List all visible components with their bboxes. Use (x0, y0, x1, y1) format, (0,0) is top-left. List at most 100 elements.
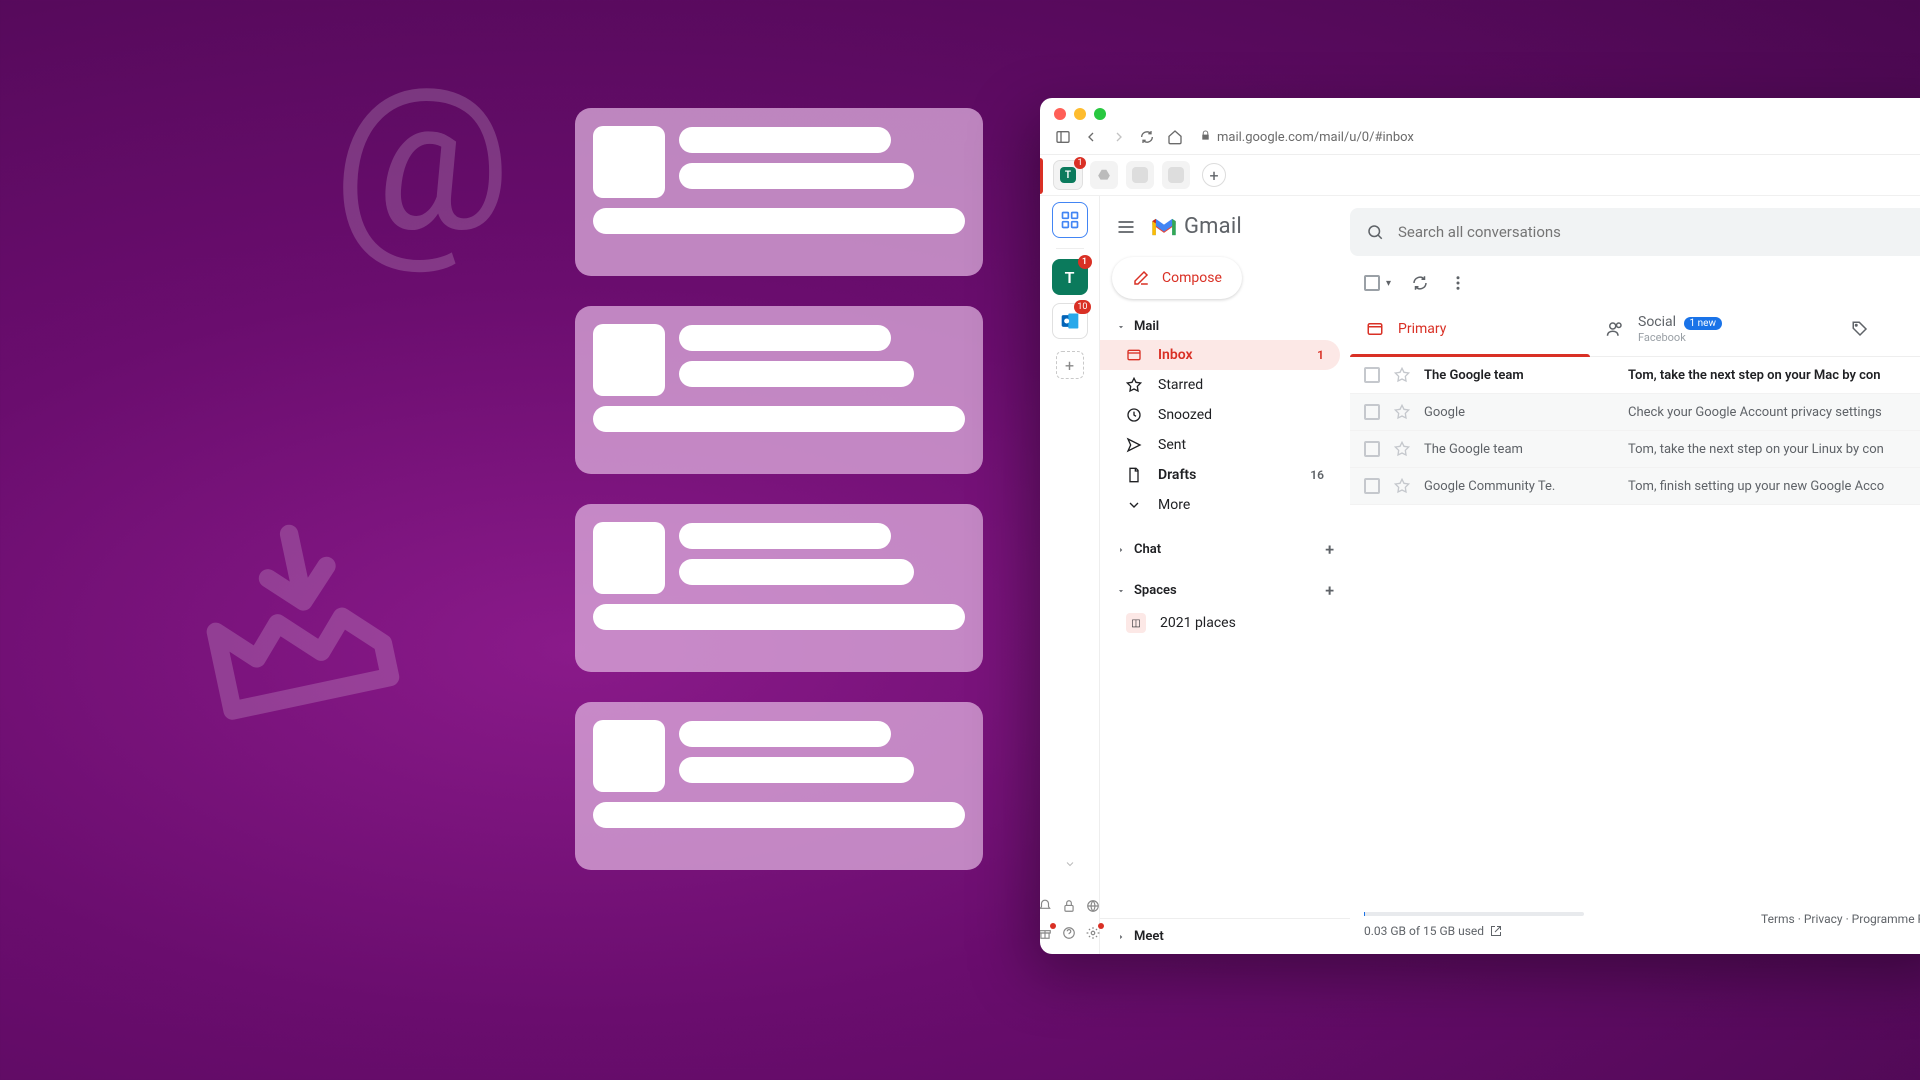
forward-button[interactable] (1110, 128, 1128, 146)
tab-generic-1[interactable] (1126, 161, 1154, 189)
section-mail[interactable]: Mail (1100, 313, 1350, 340)
storage-text: 0.03 GB of 15 GB used (1364, 924, 1484, 938)
tab-account[interactable]: T 1 (1054, 161, 1082, 189)
search-icon (1366, 223, 1384, 241)
message-subject: Check your Google Account privacy settin… (1628, 405, 1920, 420)
search-input[interactable] (1398, 223, 1920, 241)
message-row[interactable]: Google Community Te. Tom, finish setting … (1350, 468, 1920, 505)
mail-toolbar: ▾ (1350, 264, 1920, 302)
compose-button[interactable]: Compose (1112, 257, 1242, 299)
section-meet[interactable]: Meet (1100, 918, 1350, 954)
nav-sent[interactable]: Sent (1100, 430, 1340, 460)
nav-inbox[interactable]: Inbox 1 (1100, 340, 1340, 370)
chat-add-icon[interactable]: + (1325, 540, 1334, 559)
message-row[interactable]: The Google team Tom, take the next step o… (1350, 431, 1920, 468)
skeleton-card (575, 306, 983, 474)
nav-starred[interactable]: Starred (1100, 370, 1340, 400)
skeleton-card (575, 702, 983, 870)
rail-outlook-button[interactable]: 10 (1052, 303, 1088, 339)
message-checkbox[interactable] (1364, 441, 1380, 457)
refresh-icon[interactable] (1411, 274, 1429, 292)
skeleton-card (575, 504, 983, 672)
message-checkbox[interactable] (1364, 367, 1380, 383)
space-item[interactable]: ◫ 2021 places (1100, 606, 1350, 640)
globe-icon[interactable] (1086, 898, 1102, 917)
message-checkbox[interactable] (1364, 478, 1380, 494)
lock-icon (1200, 130, 1211, 145)
rail-apps-button[interactable] (1052, 202, 1088, 238)
message-sender: Google (1424, 405, 1614, 420)
message-sender: The Google team (1424, 368, 1614, 383)
help-icon[interactable] (1062, 925, 1078, 944)
menu-icon[interactable] (1116, 217, 1136, 237)
bell-icon[interactable] (1040, 898, 1054, 917)
address-bar[interactable]: mail.google.com/mail/u/0/#inbox (1200, 130, 1414, 145)
tab-generic-2[interactable] (1162, 161, 1190, 189)
message-checkbox[interactable] (1364, 404, 1380, 420)
inbox-decoration-icon (158, 479, 432, 756)
star-icon[interactable] (1394, 478, 1410, 494)
rail-outlook-badge: 10 (1074, 300, 1090, 314)
rail-add-account-button[interactable]: + (1056, 351, 1084, 379)
storage-bar (1364, 912, 1584, 916)
message-list: The Google team Tom, take the next step o… (1350, 357, 1920, 505)
gmail-main: ▾ Primary Social 1 new Facebook (1350, 196, 1920, 954)
message-row[interactable]: The Google team Tom, take the next step o… (1350, 357, 1920, 394)
settings-icon[interactable] (1086, 925, 1102, 944)
nav-more[interactable]: More (1100, 490, 1340, 520)
at-decoration-icon: @ (332, 60, 512, 260)
new-tab-button[interactable]: + (1202, 163, 1226, 187)
message-subject: Tom, finish setting up your new Google A… (1628, 479, 1920, 494)
nav-snoozed[interactable]: Snoozed (1100, 400, 1340, 430)
home-button[interactable] (1166, 128, 1184, 146)
message-sender: The Google team (1424, 442, 1614, 457)
select-all-checkbox[interactable] (1364, 275, 1380, 291)
app-rail: T 1 10 + (1040, 196, 1100, 954)
star-icon[interactable] (1394, 367, 1410, 383)
gift-icon[interactable] (1040, 925, 1054, 944)
gmail-brand-text: Gmail (1184, 214, 1242, 239)
message-subject: Tom, take the next step on your Linux by… (1628, 442, 1920, 457)
tab-promotions[interactable] (1830, 302, 1890, 356)
message-row[interactable]: Google Check your Google Account privacy … (1350, 394, 1920, 431)
category-tabs: Primary Social 1 new Facebook (1350, 302, 1920, 357)
social-new-badge: 1 new (1684, 317, 1722, 330)
more-actions-icon[interactable] (1449, 274, 1467, 292)
storage-footer: Terms · Privacy · Programme Polic 0.03 G… (1350, 896, 1920, 954)
rail-account-button[interactable]: T 1 (1052, 259, 1088, 295)
search-bar[interactable] (1350, 208, 1920, 256)
back-button[interactable] (1082, 128, 1100, 146)
gmail-sidebar: Gmail Compose Mail Inbox 1 Starred (1100, 196, 1350, 954)
section-chat[interactable]: Chat + (1100, 534, 1350, 565)
nav-drafts[interactable]: Drafts 16 (1100, 460, 1340, 490)
window-controls (1040, 98, 1920, 126)
star-icon[interactable] (1394, 404, 1410, 420)
star-icon[interactable] (1394, 441, 1410, 457)
url-text: mail.google.com/mail/u/0/#inbox (1217, 130, 1414, 145)
minimize-window-button[interactable] (1074, 108, 1086, 120)
rail-account-badge: 1 (1078, 255, 1092, 269)
skeleton-card (575, 108, 983, 276)
browser-tabstrip: T 1 + (1040, 155, 1920, 196)
message-subject: Tom, take the next step on your Mac by c… (1628, 368, 1920, 383)
section-spaces[interactable]: Spaces + (1100, 575, 1350, 606)
tab-badge: 1 (1074, 157, 1086, 169)
rail-collapse-icon[interactable] (1064, 855, 1076, 880)
browser-window: mail.google.com/mail/u/0/#inbox T 1 + T … (1040, 98, 1920, 954)
sidebar-toggle-icon[interactable] (1054, 128, 1072, 146)
close-window-button[interactable] (1054, 108, 1066, 120)
compose-label: Compose (1162, 270, 1222, 286)
spaces-add-icon[interactable]: + (1325, 581, 1334, 600)
maximize-window-button[interactable] (1094, 108, 1106, 120)
reload-button[interactable] (1138, 128, 1156, 146)
footer-links[interactable]: Terms · Privacy · Programme Polic (1761, 912, 1920, 926)
select-dropdown-icon[interactable]: ▾ (1386, 278, 1391, 289)
tab-social[interactable]: Social 1 new Facebook (1590, 302, 1830, 356)
browser-toolbar: mail.google.com/mail/u/0/#inbox (1040, 126, 1920, 155)
tab-primary[interactable]: Primary (1350, 302, 1590, 356)
open-external-icon[interactable] (1490, 925, 1502, 937)
message-sender: Google Community Te. (1424, 479, 1614, 494)
lock-small-icon[interactable] (1062, 898, 1078, 917)
tab-drive[interactable] (1090, 161, 1118, 189)
gmail-logo[interactable]: Gmail (1150, 214, 1242, 239)
